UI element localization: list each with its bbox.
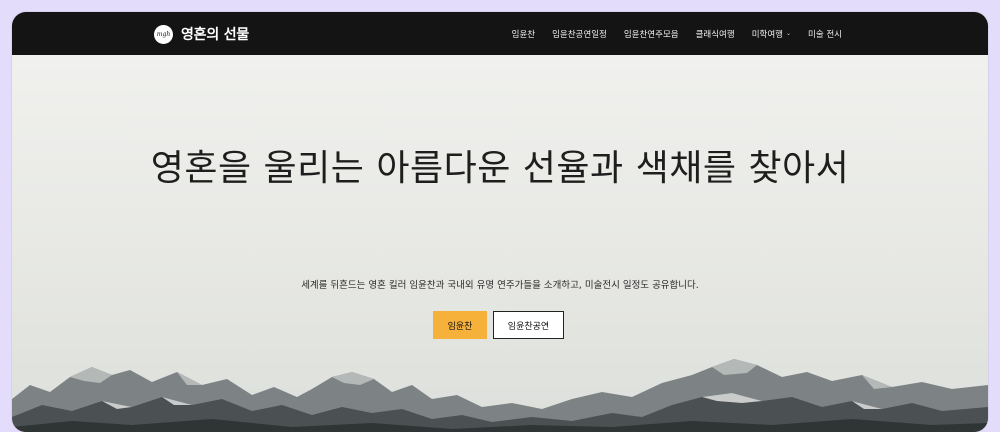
hero-section: 영혼을 울리는 아름다운 선율과 색채를 찾아서 세계를 뒤흔드는 영혼 킬러 … — [12, 55, 988, 432]
nav-item-yunchan[interactable]: 임윤찬 — [512, 28, 535, 40]
yunchan-concert-button[interactable]: 임윤찬공연 — [493, 311, 564, 339]
nav-item-aesthetic-travel[interactable]: 미학여행 ⌄ — [752, 28, 791, 40]
nav-item-performance-collection[interactable]: 임윤찬연주모음 — [624, 28, 679, 40]
hero-subheading: 세계를 뒤흔드는 영혼 킬러 임윤찬과 국내외 유명 연주가들을 소개하고, 미… — [301, 280, 699, 291]
site-title[interactable]: 영혼의 선물 — [181, 24, 249, 44]
yunchan-button[interactable]: 임윤찬 — [433, 311, 487, 339]
nav-item-concert-schedule[interactable]: 임윤찬공연일정 — [552, 28, 607, 40]
hero-heading: 영혼을 울리는 아름다운 선율과 색채를 찾아서 — [150, 148, 850, 189]
site-brand[interactable]: mgh 영혼의 선물 — [154, 21, 249, 47]
top-navbar: mgh 영혼의 선물 임윤찬 임윤찬공연일정 임윤찬연주모음 클래식여행 미학여… — [12, 12, 988, 55]
nav-item-classic-travel[interactable]: 클래식여행 — [696, 28, 735, 40]
site-logo[interactable]: mgh — [154, 24, 173, 44]
chevron-down-icon[interactable]: ⌄ — [786, 30, 791, 37]
nav-item-art-exhibition[interactable]: 미술 전시 — [808, 28, 842, 40]
nav-item-aesthetic-travel-label: 미학여행 — [751, 29, 783, 40]
browser-frame: mgh 영혼의 선물 임윤찬 임윤찬공연일정 임윤찬연주모음 클래식여행 미학여… — [12, 12, 988, 432]
main-menu: 임윤찬 임윤찬공연일정 임윤찬연주모음 클래식여행 미학여행 ⌄ 미술 전시 — [512, 12, 842, 55]
